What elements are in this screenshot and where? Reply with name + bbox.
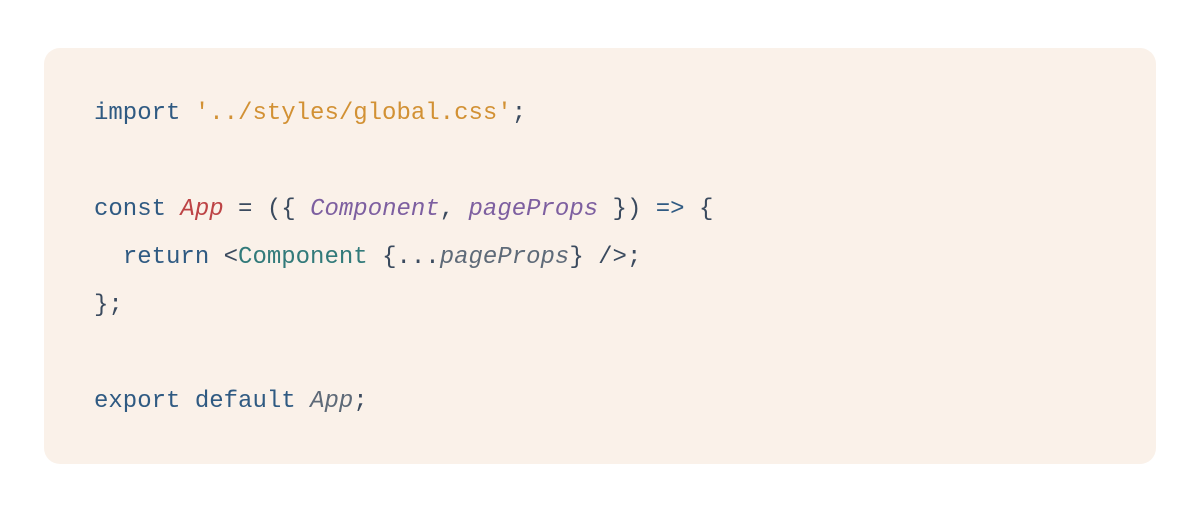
spread-pageprops: pageProps	[440, 244, 570, 271]
code-line-4: return <Component {...pageProps} />;	[94, 234, 1106, 282]
code-line-5: };	[94, 282, 1106, 330]
code-line-1: import '../styles/global.css';	[94, 90, 1106, 138]
code-block: import '../styles/global.css'; const App…	[44, 48, 1156, 464]
identifier-app-export: App	[310, 388, 353, 415]
jsx-tag-component: Component	[238, 244, 368, 271]
code-line-blank-2	[94, 330, 1106, 378]
keyword-default: default	[195, 388, 296, 415]
keyword-import: import	[94, 100, 180, 127]
string-path: '../styles/global.css'	[195, 100, 512, 127]
param-pageprops: pageProps	[469, 196, 599, 223]
keyword-const: const	[94, 196, 166, 223]
code-line-7: export default App;	[94, 378, 1106, 426]
keyword-export: export	[94, 388, 180, 415]
param-component: Component	[310, 196, 440, 223]
code-line-blank-1	[94, 138, 1106, 186]
code-line-3: const App = ({ Component, pageProps }) =…	[94, 186, 1106, 234]
keyword-return: return	[123, 244, 209, 271]
identifier-app: App	[180, 196, 223, 223]
